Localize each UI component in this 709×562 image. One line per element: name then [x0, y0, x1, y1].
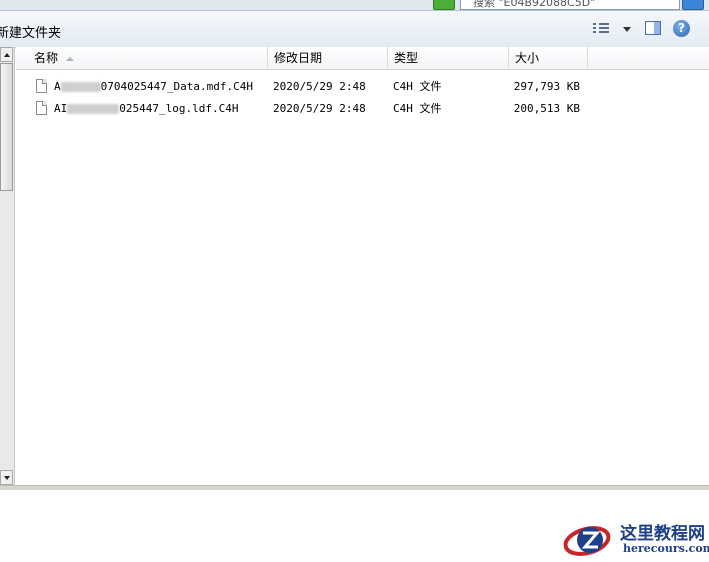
scroll-thumb[interactable] [0, 63, 13, 191]
column-header: 名称 修改日期 类型 大小 [16, 47, 709, 70]
column-name-label: 名称 [34, 51, 59, 65]
column-empty [588, 47, 709, 69]
search-button[interactable] [682, 0, 704, 10]
preview-pane-icon[interactable] [645, 21, 661, 35]
left-pane-scrollbar[interactable] [0, 47, 15, 485]
column-name[interactable]: 名称 [16, 47, 268, 69]
file-size: 297,793 KB [513, 80, 580, 93]
scroll-down-button[interactable] [0, 470, 13, 485]
watermark-title: 这里教程网 [620, 524, 705, 544]
file-name: AI 025447_log.ldf.C4H [54, 102, 239, 115]
file-type: C4H 文件 [393, 102, 442, 115]
watermark-url: herecours.com [623, 542, 709, 555]
sort-ascending-icon [66, 56, 75, 61]
file-row[interactable]: A 0704025447_Data.mdf.C4H 2020/5/29 2:48 … [16, 76, 709, 98]
view-options-icon[interactable] [593, 21, 611, 37]
column-size[interactable]: 大小 [509, 47, 588, 69]
go-button[interactable] [433, 0, 455, 10]
file-date: 2020/5/29 2:48 [273, 80, 366, 93]
toolbar: 新建文件夹 ? [0, 11, 709, 48]
column-date-label: 修改日期 [274, 51, 323, 65]
column-size-label: 大小 [515, 51, 540, 65]
site-logo-icon [563, 526, 611, 556]
address-bar-strip: 搜索 "E04B92088C5D" [0, 0, 709, 11]
column-type[interactable]: 类型 [388, 47, 509, 69]
redacted-text [60, 82, 101, 92]
file-date: 2020/5/29 2:48 [273, 102, 366, 115]
new-folder-button[interactable]: 新建文件夹 [0, 22, 61, 41]
file-list: 名称 修改日期 类型 大小 A 0704025447_Data.mdf.C4H 2… [16, 47, 709, 485]
file-row[interactable]: AI 025447_log.ldf.C4H 2020/5/29 2:48 C4H … [16, 98, 709, 120]
file-name: A 0704025447_Data.mdf.C4H [54, 80, 253, 93]
column-type-label: 类型 [394, 51, 419, 65]
scroll-up-button[interactable] [0, 47, 13, 62]
file-type: C4H 文件 [393, 80, 442, 93]
redacted-text [67, 104, 120, 114]
file-size: 200,513 KB [513, 102, 580, 115]
file-icon [36, 101, 47, 115]
column-date[interactable]: 修改日期 [268, 47, 388, 69]
view-dropdown-icon[interactable] [622, 21, 632, 37]
search-placeholder: 搜索 "E04B92088C5D" [473, 0, 596, 9]
help-icon[interactable]: ? [673, 20, 690, 37]
watermark: 这里教程网 herecours.com [560, 518, 709, 562]
search-input[interactable]: 搜索 "E04B92088C5D" [460, 0, 680, 10]
file-icon [36, 79, 47, 93]
